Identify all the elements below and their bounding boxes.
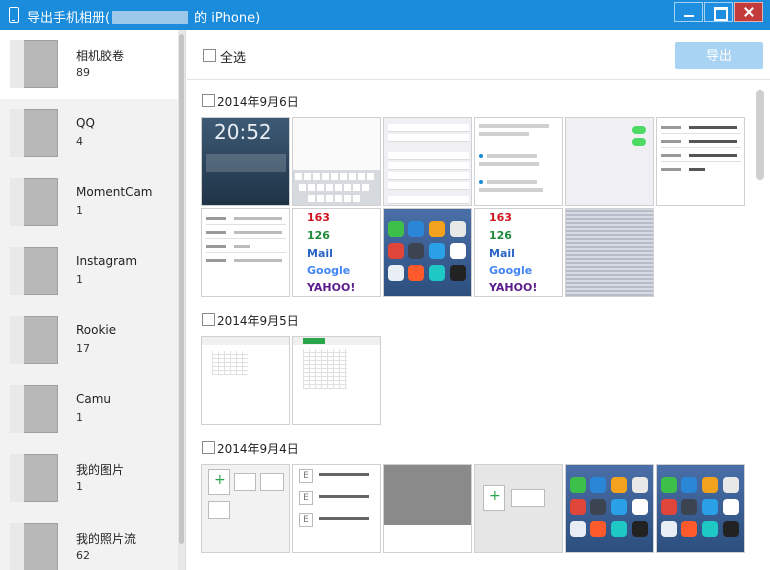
album-item[interactable]: 我的照片流 62	[0, 513, 178, 570]
minimize-button[interactable]	[674, 2, 703, 22]
album-count: 1	[76, 480, 83, 493]
photo-thumbnail[interactable]	[201, 208, 290, 297]
album-thumbnail	[10, 178, 58, 226]
logo-163: 163	[489, 211, 512, 224]
notification-banner	[206, 154, 286, 172]
album-item[interactable]: 我的图片 1	[0, 444, 178, 513]
photo-thumbnail[interactable]	[292, 336, 381, 425]
group-date: 2014年9月5日	[217, 314, 299, 328]
content-scrollbar-thumb[interactable]	[756, 90, 764, 180]
photo-thumbnail[interactable]	[383, 208, 472, 297]
toolbar: 全选 导出	[187, 30, 770, 80]
logo-yahoo: YAHOO!	[489, 281, 538, 294]
blurred-device-name	[112, 11, 189, 24]
phone-icon	[9, 7, 19, 23]
photo-thumbnail[interactable]	[292, 117, 381, 206]
album-count: 1	[76, 204, 83, 217]
sidebar-scrollbar[interactable]	[178, 30, 185, 570]
group-checkbox[interactable]	[202, 94, 215, 107]
photo-thumbnail[interactable]: +	[201, 464, 290, 553]
album-item[interactable]: QQ 4	[0, 99, 178, 168]
logo-mail: Mail	[489, 247, 515, 260]
album-item[interactable]: Rookie 17	[0, 306, 178, 375]
photo-content: 2014年9月6日 20:52 163 126 Mail Google YAHO…	[187, 81, 770, 570]
album-thumbnail	[10, 247, 58, 295]
close-button[interactable]	[734, 2, 763, 22]
photo-thumbnail[interactable]	[565, 117, 654, 206]
album-name: 我的图片	[76, 463, 125, 477]
photo-thumbnail[interactable]	[656, 117, 745, 206]
album-item[interactable]: Instagram 1	[0, 237, 178, 306]
sidebar-scrollbar-thumb[interactable]	[179, 34, 184, 544]
photo-thumbnail[interactable]	[656, 464, 745, 553]
photo-thumbnail[interactable]: 163 126 Mail Google YAHOO!	[292, 208, 381, 297]
logo-163: 163	[307, 211, 330, 224]
logo-126: 126	[489, 229, 512, 242]
group-date: 2014年9月4日	[217, 442, 299, 456]
album-count: 4	[76, 135, 83, 148]
album-thumbnail	[10, 316, 58, 364]
photo-thumbnail[interactable]	[383, 117, 472, 206]
album-name: QQ	[76, 116, 95, 130]
album-item[interactable]: MomentCam 1	[0, 168, 178, 237]
album-count: 1	[76, 273, 83, 286]
album-thumbnail	[10, 40, 58, 88]
photo-thumbnail[interactable]: 20:52	[201, 117, 290, 206]
album-name: 我的照片流	[76, 532, 137, 546]
group-checkbox[interactable]	[202, 441, 215, 454]
album-name: Camu	[76, 392, 112, 406]
album-name: Instagram	[76, 254, 138, 268]
photo-thumbnail[interactable]	[565, 464, 654, 553]
album-thumbnail	[10, 523, 58, 570]
group-checkbox[interactable]	[202, 313, 215, 326]
window-title-suffix: 的 iPhone)	[194, 11, 261, 26]
logo-yahoo: YAHOO!	[307, 281, 356, 294]
maximize-button[interactable]	[704, 2, 733, 22]
photo-thumbnail[interactable]: 163 126 Mail Google YAHOO!	[474, 208, 563, 297]
lock-screen-time: 20:52	[214, 120, 272, 144]
logo-google: Google	[307, 264, 351, 277]
album-count: 89	[76, 66, 90, 79]
album-count: 1	[76, 411, 83, 424]
photo-thumbnail[interactable]: +	[474, 464, 563, 553]
album-item[interactable]: Camu 1	[0, 375, 178, 444]
album-count: 62	[76, 549, 90, 562]
album-count: 17	[76, 342, 90, 355]
album-thumbnail	[10, 454, 58, 502]
select-all-label[interactable]: 全选	[220, 47, 246, 66]
photo-thumbnail[interactable]	[383, 464, 472, 553]
photo-thumbnail[interactable]	[565, 208, 654, 297]
keyboard-graphic	[293, 170, 380, 205]
album-thumbnail	[10, 385, 58, 433]
window-title: 导出手机相册( 的 iPhone)	[27, 7, 260, 26]
window-title-prefix: 导出手机相册(	[27, 11, 111, 26]
logo-google: Google	[489, 264, 533, 277]
photo-thumbnail[interactable]	[474, 117, 563, 206]
photo-thumbnail[interactable]: E E E	[292, 464, 381, 553]
album-item[interactable]: 相机胶卷 89	[0, 30, 178, 99]
photo-thumbnail[interactable]	[201, 336, 290, 425]
album-name: 相机胶卷	[76, 49, 125, 63]
logo-126: 126	[307, 229, 330, 242]
title-bar: 导出手机相册( 的 iPhone)	[0, 0, 770, 30]
select-all-checkbox[interactable]	[203, 49, 216, 62]
album-thumbnail	[10, 109, 58, 157]
album-sidebar: 相机胶卷 89 QQ 4 MomentCam 1 Instagram 1 Roo…	[0, 30, 186, 570]
logo-mail: Mail	[307, 247, 333, 260]
album-name: MomentCam	[76, 185, 153, 199]
export-button[interactable]: 导出	[675, 42, 763, 69]
album-name: Rookie	[76, 323, 117, 337]
group-date: 2014年9月6日	[217, 95, 299, 109]
